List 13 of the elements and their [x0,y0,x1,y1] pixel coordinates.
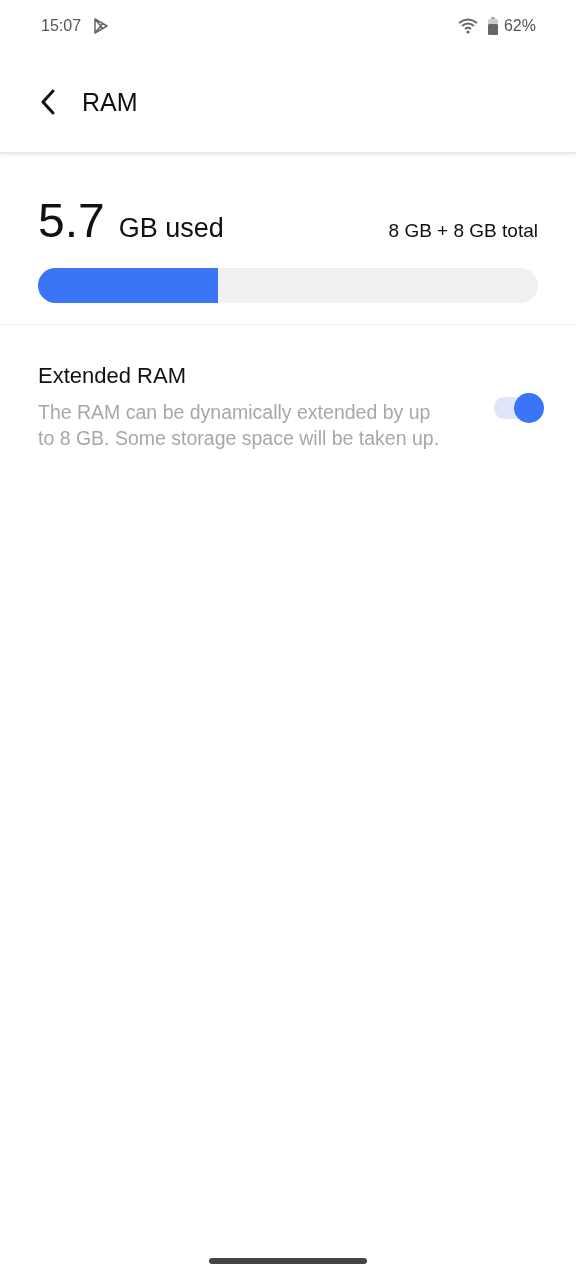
toggle-switch[interactable] [492,392,544,422]
total-memory: 8 GB + 8 GB total [388,220,538,242]
setting-description: The RAM can be dynamically extended by up to 8 GB. Some storage space will be taken up. [38,400,441,451]
page-title: RAM [82,87,138,117]
setting-title: Extended RAM [38,363,187,389]
used-unit: GB used [118,213,224,244]
battery-percent: 62% [503,17,536,35]
wifi-icon [457,18,478,34]
back-button[interactable] [40,89,56,115]
used-amount: 5.7 [38,193,105,248]
battery-icon [487,17,498,35]
play-store-icon [93,18,110,34]
status-time: 15:07 [41,17,82,35]
